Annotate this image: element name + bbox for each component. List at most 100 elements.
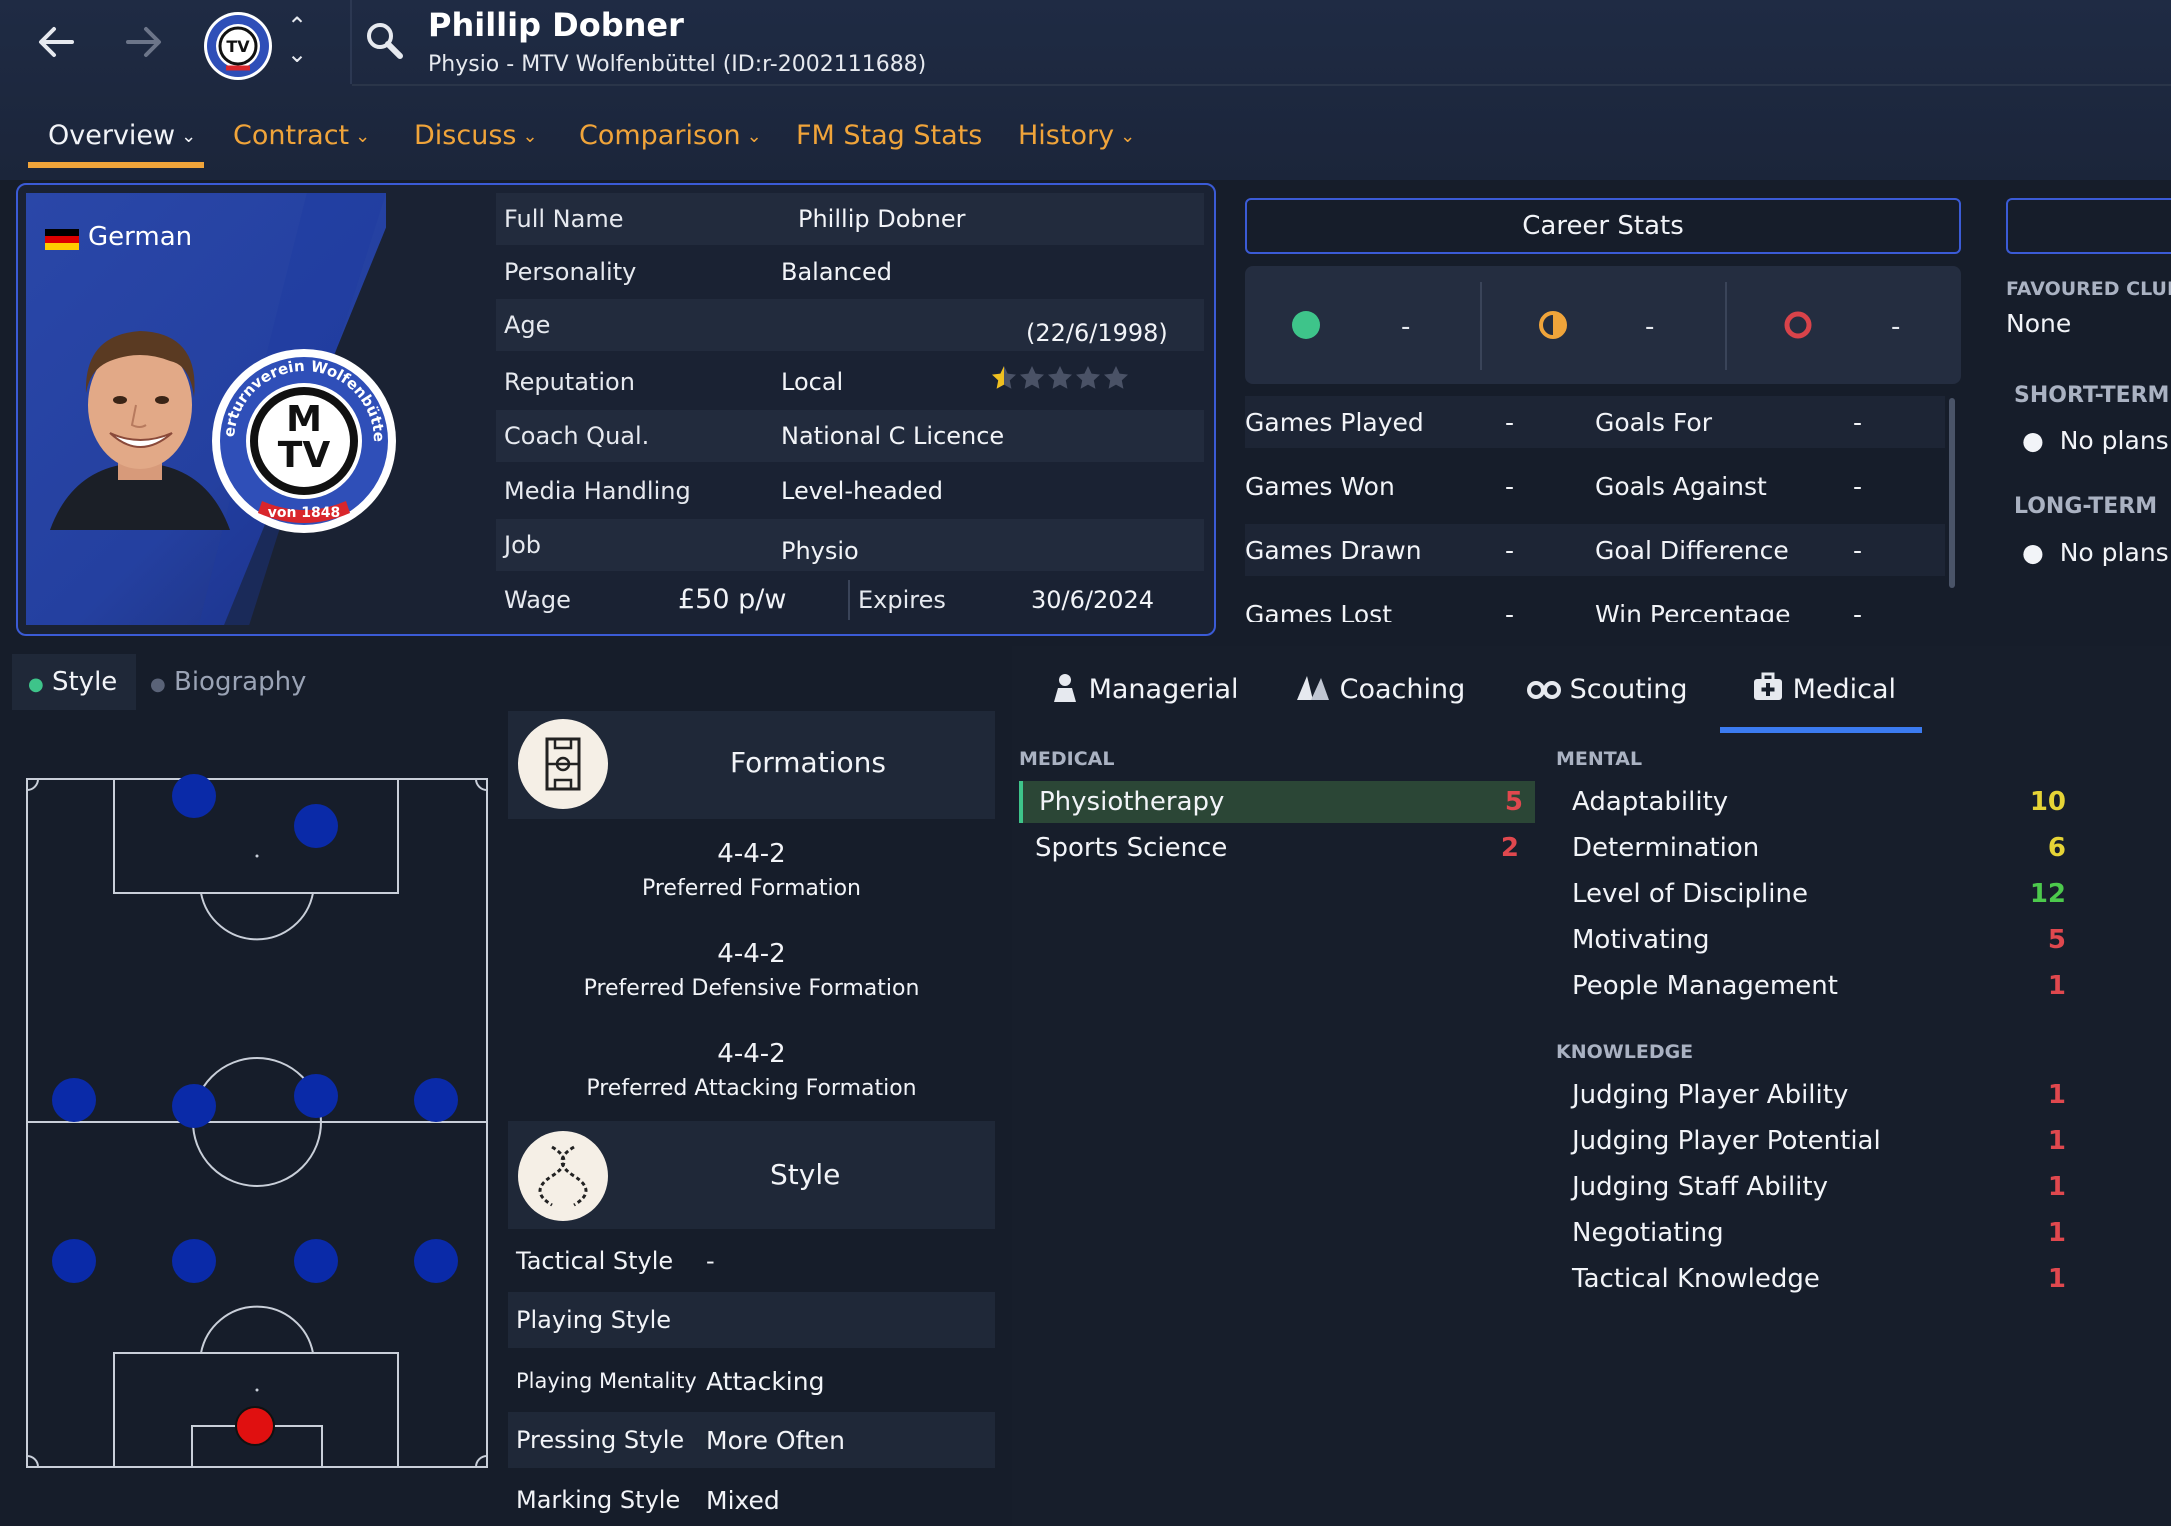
tab-label: Medical (1792, 674, 1897, 705)
arrow-right-icon (126, 27, 161, 57)
tab-fm-stag-stats[interactable]: FM Stag Stats (796, 108, 982, 168)
tab-comparison[interactable]: Comparison ⌄ (579, 108, 762, 168)
losses-value: - (1891, 312, 1901, 342)
player-marker (172, 1084, 216, 1128)
tab-managerial[interactable]: Managerial (1050, 672, 1239, 705)
info-label: Job (504, 531, 541, 559)
chevron-down-icon: ⌄ (355, 126, 371, 147)
info-row-media-handling: Media Handling Level-headed (496, 465, 1204, 517)
arrow-left-icon (39, 27, 74, 57)
star-icon (1076, 366, 1100, 389)
career-stat-row: Games Played - Goals For - (1245, 396, 1945, 448)
secondary-panel-button[interactable] (2006, 198, 2171, 254)
info-value[interactable]: Balanced (781, 258, 892, 286)
club-badge-icon[interactable]: TV (202, 10, 274, 82)
stat-label: Games Lost (1245, 600, 1393, 622)
attribute-row-physiotherapy[interactable]: Physiotherapy 5 (1019, 781, 1535, 823)
attribute-value: 12 (2029, 879, 2066, 909)
info-value: Phillip Dobner (798, 205, 966, 233)
attribute-name: Judging Staff Ability (1572, 1172, 1828, 1202)
long-term-item: ● No plans (2022, 538, 2169, 567)
tab-overview[interactable]: Overview ⌄ (48, 108, 196, 168)
star-icon (1048, 366, 1072, 389)
star-icon (992, 366, 1016, 389)
info-row-job: Job Physio (496, 519, 1204, 571)
tab-medical[interactable]: Medical (1752, 672, 1896, 705)
stat-value: - (1853, 600, 1863, 622)
tab-label: Contract (233, 120, 350, 151)
club-switch-chevrons[interactable]: ⌃ ⌄ (282, 12, 312, 72)
subtab-biography[interactable]: ● Biography (150, 667, 306, 697)
attribute-name: Judging Player Potential (1572, 1126, 1881, 1156)
attribute-value: 1 (2047, 1264, 2066, 1294)
stat-label: Goals Against (1595, 472, 1767, 501)
career-stats-button[interactable]: Career Stats (1245, 198, 1961, 254)
formation-label: Preferred Attacking Formation (586, 1076, 917, 1101)
chevron-down-icon: ⌄ (746, 126, 762, 147)
svg-text:von 1848: von 1848 (268, 505, 341, 521)
back-button[interactable] (26, 12, 86, 78)
favoured-club-heading: FAVOURED CLUB (2006, 278, 2171, 300)
attribute-value: 5 (2047, 925, 2066, 955)
attribute-value: 2 (1500, 833, 1519, 863)
tab-scouting[interactable]: Scouting (1527, 672, 1688, 705)
stat-label: Games Won (1245, 472, 1395, 501)
info-value: Level-headed (781, 477, 943, 505)
attribute-row-sports-science[interactable]: Sports Science 2 (1019, 827, 1535, 869)
career-stats-list[interactable]: Games Played - Goals For - Games Won - G… (1245, 396, 1945, 622)
person-subtitle[interactable]: Physio - MTV Wolfenbüttel (ID:r-20021116… (428, 52, 926, 77)
forward-button[interactable] (114, 12, 174, 78)
info-label: Reputation (504, 368, 635, 396)
stat-value: - (1505, 408, 1515, 437)
style-label: Marking Style (516, 1486, 681, 1514)
tab-label: Discuss (414, 120, 517, 151)
stat-label: Goals For (1595, 408, 1712, 437)
attribute-row[interactable]: Adaptability 10 (1556, 781, 2076, 823)
tab-contract[interactable]: Contract ⌄ (233, 108, 370, 168)
short-term-item: ● No plans (2022, 426, 2169, 455)
header-divider-line (352, 84, 2171, 86)
tab-history[interactable]: History ⌄ (1018, 108, 1135, 168)
style-label: Tactical Style (516, 1247, 674, 1275)
attribute-row[interactable]: Negotiating 1 (1556, 1212, 2076, 1254)
search-icon[interactable] (362, 18, 408, 64)
info-label: Personality (504, 258, 637, 286)
player-marker (172, 774, 216, 818)
tab-discuss[interactable]: Discuss ⌄ (414, 108, 538, 168)
attribute-row[interactable]: Tactical Knowledge 1 (1556, 1258, 2076, 1300)
tab-label: Coaching (1339, 674, 1466, 705)
attribute-row[interactable]: Determination 6 (1556, 827, 2076, 869)
attribute-row[interactable]: Judging Player Ability 1 (1556, 1074, 2076, 1116)
favoured-club-value: None (2006, 309, 2072, 338)
attribute-row[interactable]: Judging Player Potential 1 (1556, 1120, 2076, 1162)
draw-icon (1539, 311, 1567, 339)
tab-coaching[interactable]: Coaching (1295, 672, 1465, 705)
subtab-label: Style (51, 667, 118, 697)
info-value: Local (781, 368, 844, 396)
binoculars-icon (1527, 681, 1561, 699)
info-row-coach-qual: Coach Qual. National C Licence (496, 410, 1204, 462)
nationality-label[interactable]: German (88, 222, 192, 252)
short-term-value: No plans (2059, 426, 2169, 455)
attribute-row[interactable]: People Management 1 (1556, 965, 2076, 1007)
attribute-value: 6 (2047, 833, 2066, 863)
subtab-label: Biography (173, 667, 307, 697)
club-crest-large: M TV Männerturnverein Wolfenbüttel e.V. … (201, 331, 400, 537)
attribute-row[interactable]: Judging Staff Ability 1 (1556, 1166, 2076, 1208)
subtab-style[interactable]: ● Style (28, 667, 117, 697)
style-title: Style (770, 1158, 841, 1191)
attribute-row[interactable]: Motivating 5 (1556, 919, 2076, 961)
expires-value: 30/6/2024 (1031, 586, 1155, 614)
win-icon (1292, 311, 1320, 339)
style-label: Playing Style (516, 1306, 672, 1334)
person-name: Phillip Dobner (428, 6, 684, 44)
chevron-down-icon: ⌄ (522, 126, 538, 147)
tab-label: Scouting (1569, 674, 1688, 705)
attribute-name: Judging Player Ability (1572, 1080, 1849, 1110)
attribute-row[interactable]: Level of Discipline 12 (1556, 873, 2076, 915)
career-stats-scrollbar[interactable] (1949, 398, 1955, 588)
style-row-pressing: Pressing Style More Often (508, 1412, 995, 1468)
stat-value: - (1853, 472, 1863, 501)
player-marker (414, 1239, 458, 1283)
attribute-value: 1 (2047, 971, 2066, 1001)
